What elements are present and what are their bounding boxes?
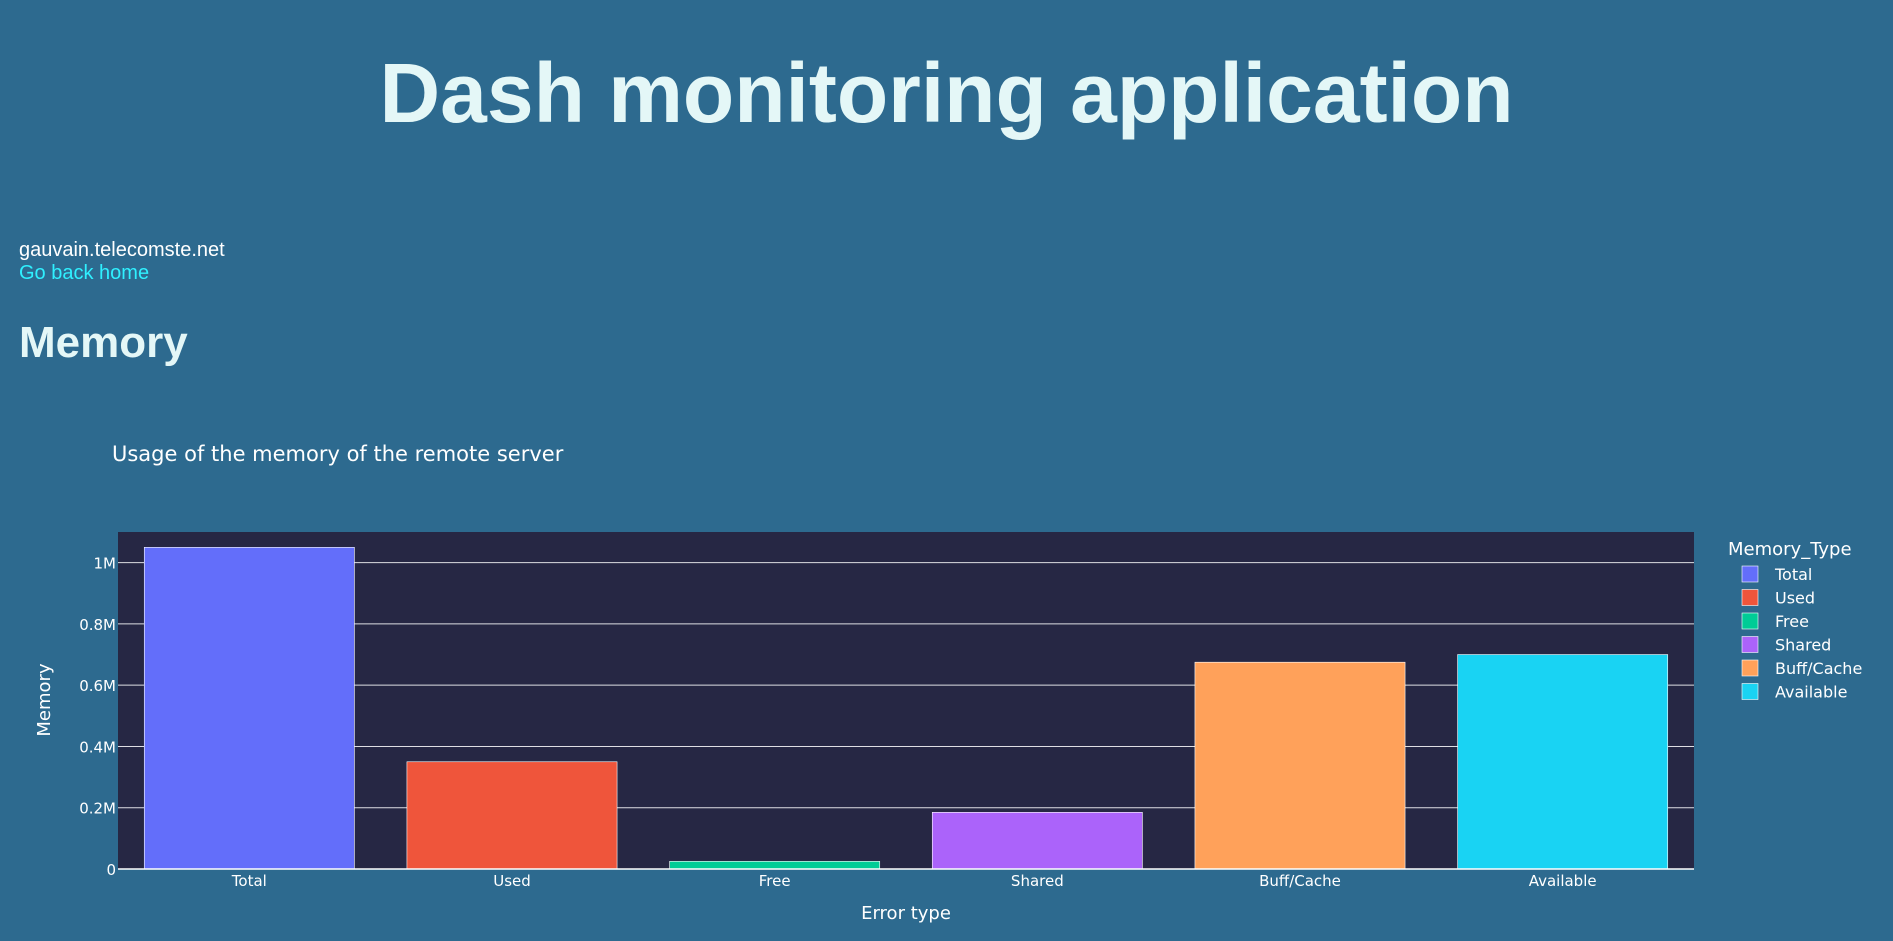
- x-tick-label: Shared: [1011, 872, 1064, 890]
- y-tick-label: 1M: [94, 555, 117, 573]
- page-title: Dash monitoring application: [379, 46, 1514, 140]
- x-tick-label: Free: [759, 872, 791, 890]
- x-tick-label: Available: [1529, 872, 1597, 890]
- x-tick-label: Buff/Cache: [1259, 872, 1341, 890]
- legend-swatch[interactable]: [1741, 565, 1759, 583]
- y-tick-label: 0.8M: [79, 616, 116, 634]
- section-title: Memory: [19, 318, 188, 367]
- bar-shared[interactable]: [931, 812, 1143, 870]
- bar-free[interactable]: [669, 861, 881, 870]
- bar-used[interactable]: [406, 761, 618, 870]
- legend-entry[interactable]: Used: [1775, 589, 1815, 608]
- legend-swatch[interactable]: [1741, 589, 1759, 606]
- legend-swatch[interactable]: [1741, 683, 1759, 700]
- legend-swatch[interactable]: [1741, 659, 1759, 677]
- x-axis-ticks: Total Used Free Shared Buff/Cache Available: [231, 872, 1597, 890]
- bar-buff-cache[interactable]: [1194, 661, 1406, 870]
- y-axis-ticks: 0 0.2M 0.4M 0.6M 0.8M 1M: [79, 555, 116, 879]
- legend-swatch[interactable]: [1741, 612, 1759, 630]
- y-tick-label: 0.6M: [79, 677, 116, 695]
- bar-total[interactable]: [143, 547, 355, 870]
- x-tick-label: Total: [231, 872, 267, 890]
- y-tick-label: 0.4M: [79, 738, 116, 756]
- bar-available[interactable]: [1457, 654, 1669, 870]
- legend-entry[interactable]: Available: [1775, 683, 1847, 702]
- legend-entry[interactable]: Buff/Cache: [1775, 659, 1862, 678]
- x-tick-label: Used: [493, 872, 531, 890]
- legend-entry[interactable]: Total: [1774, 565, 1812, 584]
- app-root: Dash monitoring application gauvain.tele…: [0, 0, 1893, 941]
- y-tick-label: 0.2M: [79, 800, 116, 818]
- y-tick-label: 0: [106, 861, 116, 879]
- go-back-home-link[interactable]: Go back home: [19, 262, 149, 285]
- host-name: gauvain.telecomste.net: [19, 239, 225, 261]
- x-axis-label: Error type: [861, 903, 951, 924]
- memory-bar-chart[interactable]: Usage of the memory of the remote server…: [0, 430, 1893, 941]
- legend-title: Memory_Type: [1728, 539, 1852, 560]
- y-axis-label: Memory: [34, 663, 55, 737]
- legend-entry[interactable]: Free: [1775, 612, 1809, 631]
- legend-swatch[interactable]: [1741, 636, 1759, 653]
- legend-entry[interactable]: Shared: [1775, 636, 1831, 655]
- chart-title: Usage of the memory of the remote server: [112, 442, 564, 466]
- legend: Memory_Type Total Used Free Shared Buff/Cach…: [1728, 539, 1862, 702]
